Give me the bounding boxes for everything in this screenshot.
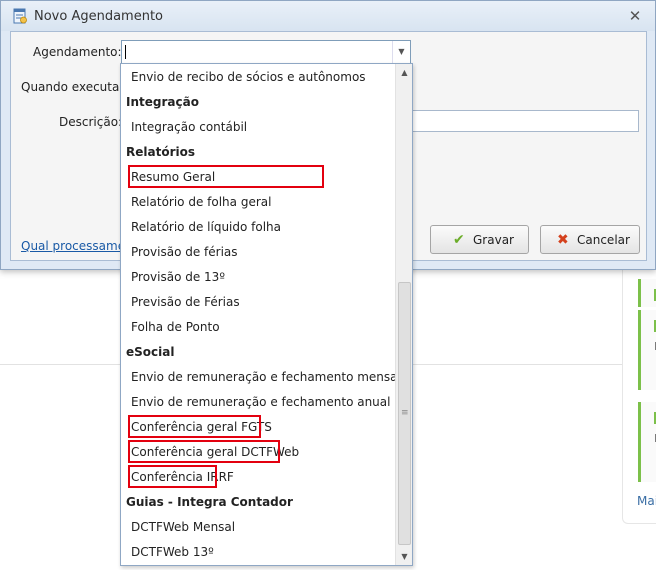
dropdown-item[interactable]: Envio de remuneração e fechamento anual … [121,390,412,415]
background-card [638,279,656,307]
dropdown-item[interactable]: DCTFWeb 13º [121,540,394,565]
dropdown-item[interactable]: Integração contábil [121,115,394,140]
window-title: Novo Agendamento [34,9,164,24]
close-icon[interactable]: ✕ [627,8,643,24]
quando-executar-label: Quando executar: [21,80,129,94]
cancel-button-label: Cancelar [577,233,630,247]
calendar-schedule-icon [12,8,28,24]
text-caret [125,45,126,59]
highlight-box [128,465,217,488]
dropdown-item[interactable]: Relatório de folha geral [121,190,394,215]
checkmark-icon: ✔ [453,232,465,248]
background-card [638,402,656,482]
background-link[interactable]: Mai [637,494,656,508]
dropdown-group-header: Guias - Integra Contador [126,495,293,509]
save-button[interactable]: ✔ Gravar [430,225,529,254]
cancel-button[interactable]: ✖ Cancelar [540,225,640,254]
dropdown-group-header: Integração [126,95,199,109]
dropdown-item[interactable]: Envio de remuneração e fechamento mensal [121,365,401,390]
dropdown-group-header: Relatórios [126,145,195,159]
x-icon: ✖ [557,232,569,248]
save-button-label: Gravar [473,233,514,247]
dropdown-item[interactable]: Previsão de Férias [121,290,394,315]
grip-icon: ≡ [401,408,409,418]
background-card [638,310,656,390]
agendamento-combobox[interactable]: ▼ [121,40,411,64]
scrollbar-thumb[interactable]: ≡ [398,282,411,545]
descricao-input[interactable] [410,110,639,132]
highlight-box [128,165,324,188]
descricao-label: Descrição: [59,115,123,129]
dropdown-item[interactable]: Relatório de líquido folha [121,215,394,240]
title-bar: Novo Agendamento ✕ [1,1,655,31]
dropdown-scrollbar[interactable]: ▲ ≡ ▼ [395,64,412,565]
agendamento-label: Agendamento: [33,45,122,59]
highlight-box [128,415,261,438]
dropdown-group-header: eSocial [126,345,175,359]
chevron-down-icon[interactable]: ▼ [392,41,410,63]
scroll-down-icon[interactable]: ▼ [396,548,412,565]
dropdown-item[interactable]: Provisão de 13º [121,265,394,290]
dropdown-item[interactable]: DCTFWeb Mensal [121,515,394,540]
dropdown-item[interactable]: Provisão de férias [121,240,394,265]
highlight-box [128,440,280,463]
dropdown-item[interactable]: Folha de Ponto [121,315,394,340]
agendamento-dropdown-list[interactable]: Envio de recibo de sócios e autônomos Int… [120,63,413,566]
dropdown-item[interactable]: Envio de recibo de sócios e autônomos [121,65,394,90]
scroll-up-icon[interactable]: ▲ [396,64,412,81]
